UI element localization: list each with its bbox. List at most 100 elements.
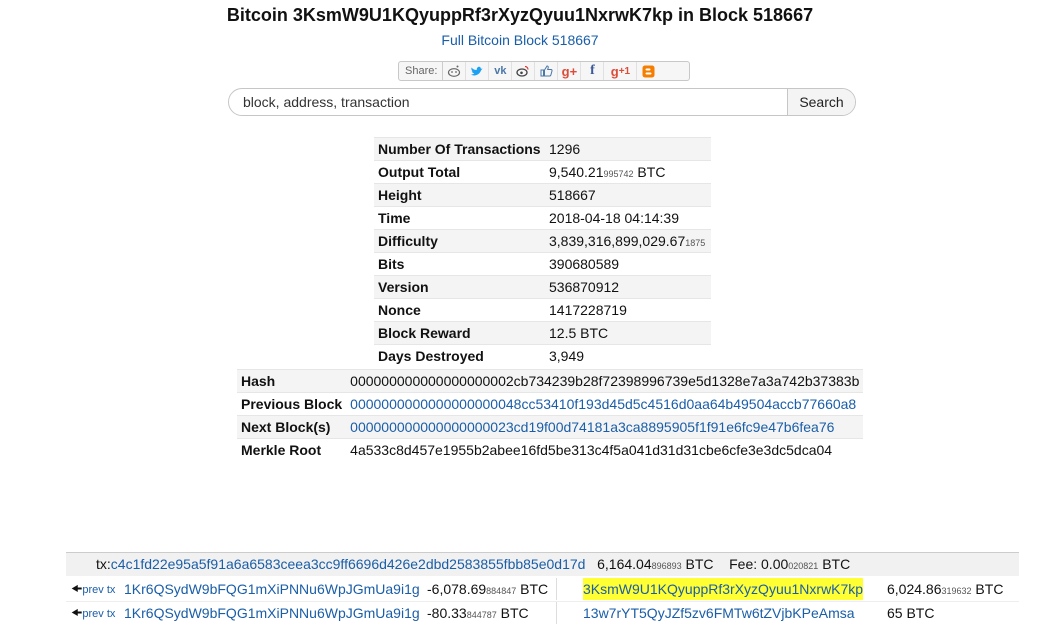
table-row: Time 2018-04-18 04:14:39 (374, 206, 711, 230)
info-label: Difficulty (374, 229, 545, 253)
hash-label: Hash (237, 369, 347, 393)
table-row: Hash 000000000000000000002cb734239b28f72… (237, 369, 864, 393)
table-row: Days Destroyed 3,949 (374, 344, 711, 367)
info-label: Number Of Transactions (374, 137, 545, 161)
transaction-id-link[interactable]: c4c1fd22e95a5f91a6a6583ceea3cc9ff6696d42… (111, 556, 586, 572)
fee-small: 020821 (788, 561, 819, 571)
input-amount-small: 884847 (486, 586, 517, 596)
page-title: Bitcoin 3KsmW9U1KQyuppRf3rXyzQyuu1NxrwK7… (226, 5, 814, 25)
table-row: Version 536870912 (374, 275, 711, 299)
output-amount-main: 65 BTC (887, 605, 935, 621)
column-divider (556, 578, 557, 600)
table-row: Bits 390680589 (374, 252, 711, 276)
info-value: 536870912 (545, 275, 711, 299)
output-address-link[interactable]: 13w7rYT5QyJZf5zv6FMTw6tZVjbKPeAmsa (583, 602, 855, 624)
prev-tx-link[interactable]: 🠜prev tx (71, 602, 115, 625)
google-plus-one-icon[interactable]: g +1 (604, 62, 638, 80)
info-label: Height (374, 183, 545, 207)
output-amount: 6,024.86319632 BTC (887, 578, 1003, 602)
input-amount-main: -80.33 (427, 605, 467, 621)
table-row: Height 518667 (374, 183, 711, 207)
prev-tx-label: prev tx (82, 584, 116, 596)
table-row: Nonce 1417228719 (374, 298, 711, 322)
input-amount: -6,078.69884847 BTC (427, 578, 548, 602)
info-value: 3,949 (545, 344, 711, 367)
transaction-row: 🠜prev tx 1Kr6QSydW9bFQG1mXiPNNu6WpJGmUa9… (66, 601, 1019, 624)
full-block-link[interactable]: Full Bitcoin Block 518667 (441, 32, 598, 48)
subtitle-area: Full Bitcoin Block 518667 (0, 32, 1040, 48)
info-value: 2018-04-18 04:14:39 (545, 206, 711, 230)
table-row: Next Block(s) 000000000000000000023cd19f… (237, 415, 864, 439)
next-block-link[interactable]: 000000000000000000023cd19f00d74181a3ca88… (350, 419, 834, 435)
input-amount: -80.33844787 BTC (427, 602, 529, 626)
blogger-icon[interactable] (637, 62, 659, 80)
share-bar: Share: vk g+ f g +1 (398, 61, 690, 81)
info-label: Days Destroyed (374, 344, 545, 367)
hash-value: 000000000000000000002cb734239b28f7239899… (346, 369, 864, 393)
twitter-icon[interactable] (466, 62, 490, 80)
search-box: Search (228, 88, 856, 116)
input-amount-unit: BTC (496, 605, 529, 621)
info-value: 518667 (545, 183, 711, 207)
info-value: 9,540.21995742 BTC (545, 160, 711, 184)
reddit-icon[interactable] (443, 62, 467, 80)
prev-tx-label: prev tx (82, 608, 116, 620)
back-arrow-icon: 🠜 (71, 605, 83, 620)
previous-block-cell: 0000000000000000000048cc53410f193d45d5c4… (346, 392, 864, 416)
weibo-icon[interactable] (512, 62, 536, 80)
tx-total-small: 896893 (651, 561, 682, 571)
table-row: Output Total 9,540.21995742 BTC (374, 160, 711, 184)
table-row: Previous Block 0000000000000000000048cc5… (237, 392, 864, 416)
table-row: Block Reward 12.5 BTC (374, 321, 711, 345)
share-label: Share: (402, 62, 444, 80)
search-input[interactable] (229, 89, 787, 115)
input-address-link[interactable]: 1Kr6QSydW9bFQG1mXiPNNu6WpJGmUa9i1g (124, 578, 420, 600)
facebook-icon[interactable]: f (581, 62, 605, 80)
output-total-small: 995742 (603, 169, 634, 179)
info-value: 1296 (545, 137, 711, 161)
output-amount: 65 BTC (887, 602, 934, 626)
info-label: Version (374, 275, 545, 299)
info-value: 1417228719 (545, 298, 711, 322)
input-amount-small: 844787 (466, 610, 497, 620)
info-value: 390680589 (545, 252, 711, 276)
info-label: Time (374, 206, 545, 230)
output-amount-small: 319632 (941, 586, 972, 596)
fee-main: Fee: 0.00 (729, 556, 789, 572)
info-label: Nonce (374, 298, 545, 322)
input-address-link[interactable]: 1Kr6QSydW9bFQG1mXiPNNu6WpJGmUa9i1g (124, 602, 420, 624)
input-amount-unit: BTC (516, 581, 549, 597)
difficulty-main: 3,839,316,899,029.67 (549, 233, 686, 249)
output-total-unit: BTC (633, 164, 666, 180)
column-divider (556, 602, 557, 624)
difficulty-small: 1875 (685, 238, 706, 248)
prev-tx-link[interactable]: 🠜prev tx (71, 578, 115, 601)
hash-table: Hash 000000000000000000002cb734239b28f72… (237, 369, 864, 461)
previous-block-label: Previous Block (237, 392, 347, 416)
output-amount-main: 6,024.86 (887, 581, 942, 597)
google-plus-icon[interactable]: g+ (558, 62, 582, 80)
table-row: Number Of Transactions 1296 (374, 137, 711, 161)
info-label: Block Reward (374, 321, 545, 345)
fee-unit: BTC (818, 556, 851, 572)
vk-icon[interactable]: vk (489, 62, 513, 80)
table-row: Merkle Root 4a533c8d457e1955b2abee16fd5b… (237, 438, 864, 461)
like-icon[interactable] (535, 62, 559, 80)
search-button[interactable]: Search (787, 89, 855, 115)
tx-total-unit: BTC (681, 556, 714, 572)
transaction-header: tx:c4c1fd22e95a5f91a6a6583ceea3cc9ff6696… (66, 552, 1019, 576)
next-block-cell: 000000000000000000023cd19f00d74181a3ca88… (346, 415, 864, 439)
info-label: Output Total (374, 160, 545, 184)
merkle-root-value: 4a533c8d457e1955b2abee16fd5be313c4f5a041… (346, 438, 864, 461)
merkle-root-label: Merkle Root (237, 438, 347, 461)
input-amount-main: -6,078.69 (427, 581, 487, 597)
info-value: 12.5 BTC (545, 321, 711, 345)
next-block-label: Next Block(s) (237, 415, 347, 439)
tx-prefix: tx: (96, 556, 111, 572)
output-address-link-highlighted[interactable]: 3KsmW9U1KQyuppRf3rXyzQyuu1NxrwK7kp (583, 578, 864, 600)
back-arrow-icon: 🠜 (71, 581, 83, 596)
transaction-row: 🠜prev tx 1Kr6QSydW9bFQG1mXiPNNu6WpJGmUa9… (66, 578, 1019, 600)
previous-block-link[interactable]: 0000000000000000000048cc53410f193d45d5c4… (350, 396, 856, 412)
info-label: Bits (374, 252, 545, 276)
output-total-main: 9,540.21 (549, 164, 604, 180)
